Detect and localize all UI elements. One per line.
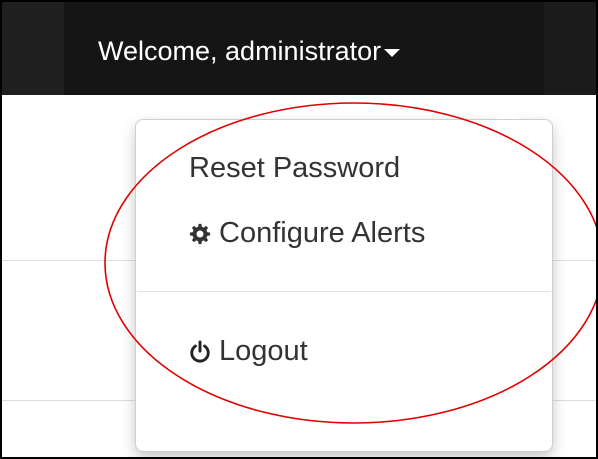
menu-item-label: Reset Password: [189, 152, 401, 184]
logout-menu-item[interactable]: Logout: [189, 335, 308, 368]
gear-icon: [189, 223, 211, 245]
menu-item-label: Configure Alerts: [219, 217, 426, 249]
dropdown-pointer: [495, 106, 521, 119]
user-dropdown-menu: Reset Password Configure Alerts Logout: [135, 119, 553, 452]
navbar-left-section: [2, 2, 64, 95]
configure-alerts-menu-item[interactable]: Configure Alerts: [189, 217, 425, 250]
power-icon: [189, 339, 211, 364]
top-navbar: Welcome, administrator: [2, 2, 596, 95]
reset-password-menu-item[interactable]: Reset Password: [189, 152, 400, 185]
user-menu-toggle[interactable]: Welcome, administrator: [98, 35, 401, 66]
caret-down-icon: [384, 48, 401, 57]
menu-item-label: Logout: [219, 335, 308, 367]
menu-divider: [137, 291, 551, 292]
welcome-label: Welcome, administrator: [98, 35, 382, 66]
screenshot-frame: Welcome, administrator Reset Password Co…: [0, 0, 598, 459]
